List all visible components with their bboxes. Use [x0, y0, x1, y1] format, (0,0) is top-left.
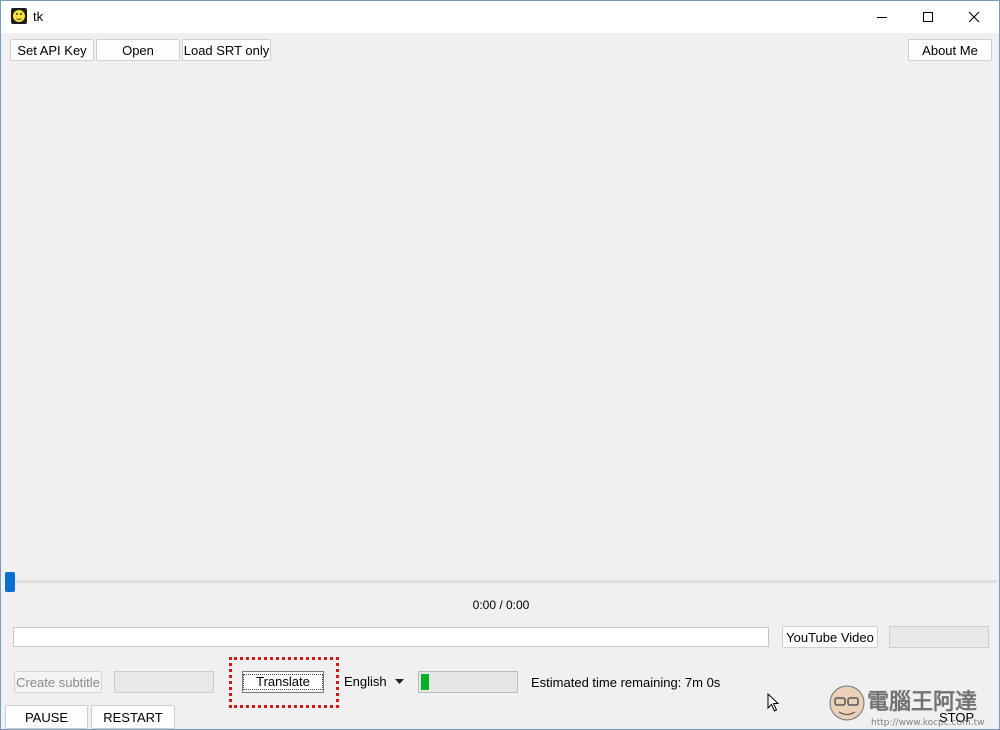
watermark-logo: 電腦王阿達 http://www.kocpc.com.tw — [827, 681, 997, 729]
seek-handle[interactable] — [5, 572, 15, 592]
chevron-down-icon[interactable] — [395, 679, 404, 685]
youtube-video-button[interactable]: YouTube Video — [782, 626, 878, 648]
minimize-icon[interactable] — [859, 1, 905, 33]
watermark-url: http://www.kocpc.com.tw — [871, 718, 985, 728]
pause-button[interactable]: PAUSE — [5, 705, 88, 729]
watermark-text: 電腦王阿達 — [867, 689, 977, 715]
about-me-button[interactable]: About Me — [908, 39, 992, 61]
smiley-icon — [11, 8, 27, 24]
restart-button[interactable]: RESTART — [91, 705, 175, 729]
create-subtitle-button[interactable]: Create subtitle — [14, 671, 102, 693]
subtitle-status-field — [114, 671, 214, 693]
load-srt-button[interactable]: Load SRT only — [182, 39, 271, 61]
time-label: 0:00 / 0:00 — [472, 598, 530, 612]
progress-fill — [421, 674, 429, 690]
title-bar: tk — [1, 1, 999, 33]
eta-label: Estimated time remaining: 7m 0s — [531, 675, 721, 690]
translate-progress-bar — [418, 671, 518, 693]
translate-button[interactable]: Translate — [242, 671, 324, 693]
url-input[interactable] — [13, 627, 769, 647]
mouse-cursor-icon — [767, 693, 780, 712]
app-window: tk Set API Key Open Load SRT only About … — [0, 0, 1000, 730]
seek-bar[interactable] — [5, 580, 997, 583]
translate-label: Translate — [243, 674, 323, 690]
maximize-icon[interactable] — [905, 1, 951, 33]
video-area — [3, 67, 997, 575]
set-api-key-button[interactable]: Set API Key — [10, 39, 94, 61]
window-title: tk — [33, 9, 44, 24]
open-button[interactable]: Open — [96, 39, 180, 61]
language-select[interactable]: English — [344, 674, 387, 689]
close-icon[interactable] — [951, 1, 997, 33]
youtube-status-field — [889, 626, 989, 648]
